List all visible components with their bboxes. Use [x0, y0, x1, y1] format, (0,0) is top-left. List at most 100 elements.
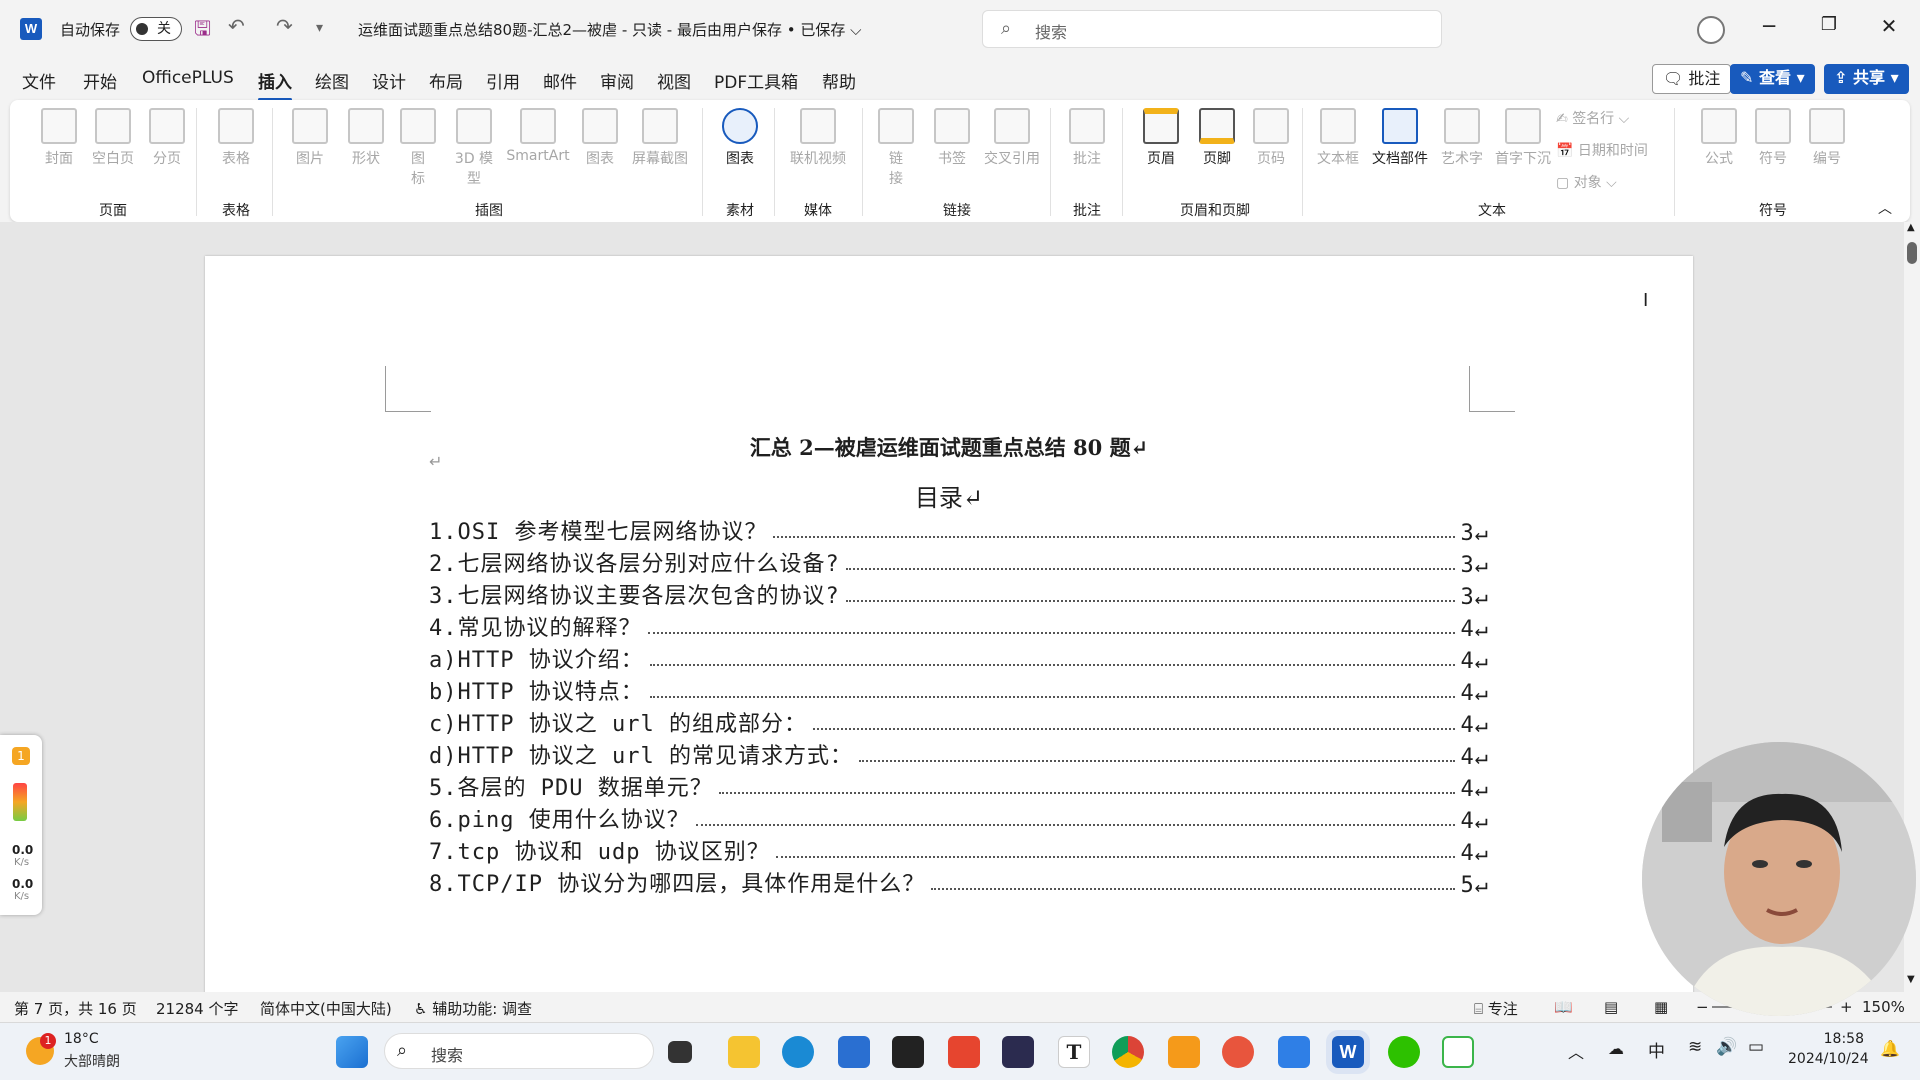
- toc-entry[interactable]: 6.ping 使用什么协议？ 4↵: [429, 804, 1489, 834]
- tab-file[interactable]: 文件: [22, 68, 56, 93]
- toc-entry[interactable]: 3.七层网络协议主要各层次包含的协议? 3↵: [429, 580, 1489, 610]
- app-icon-green[interactable]: [1442, 1036, 1474, 1068]
- word-count[interactable]: 21284 个字: [156, 998, 239, 1019]
- volume-icon[interactable]: 🔊: [1716, 1037, 1737, 1057]
- chart-button[interactable]: 图表: [576, 108, 624, 168]
- customize-quick-access-icon[interactable]: ▾: [316, 20, 323, 36]
- file-explorer-icon[interactable]: [728, 1036, 760, 1068]
- toc-entry[interactable]: a)HTTP 协议介绍： 4↵: [429, 644, 1489, 674]
- tab-pdf-toolbox[interactable]: PDF工具箱: [714, 68, 798, 93]
- shapes-button[interactable]: 形状: [340, 108, 392, 168]
- toc-entry[interactable]: c)HTTP 协议之 url 的组成部分： 4↵: [429, 708, 1489, 738]
- tab-insert[interactable]: 插入: [258, 68, 292, 101]
- toc-entry[interactable]: 1.OSI 参考模型七层网络协议？ 3↵: [429, 516, 1489, 546]
- document-title[interactable]: 运维面试题重点总结80题-汇总2—被虐 - 只读 - 最后由用户保存 • 已保存…: [358, 19, 861, 40]
- save-icon[interactable]: 🖫: [194, 14, 211, 48]
- cross-reference-button[interactable]: 交叉引用: [980, 108, 1044, 168]
- close-icon[interactable]: ✕: [1874, 14, 1904, 38]
- view-mode-button[interactable]: ✎ 查看 ▾: [1730, 64, 1815, 94]
- page-info[interactable]: 第 7 页，共 16 页: [14, 998, 137, 1019]
- toc-entry[interactable]: d)HTTP 协议之 url 的常见请求方式： 4↵: [429, 740, 1489, 770]
- comment-button[interactable]: 批注: [1058, 108, 1116, 168]
- tab-mailings[interactable]: 邮件: [543, 68, 577, 93]
- clock-time[interactable]: 18:58: [1790, 1031, 1864, 1047]
- tab-draw[interactable]: 绘图: [315, 68, 349, 93]
- autosave-toggle[interactable]: 关: [130, 17, 182, 41]
- app-icon-navy[interactable]: [1002, 1036, 1034, 1068]
- signature-line-button[interactable]: ✍ 签名行 ⌵: [1556, 108, 1629, 128]
- restore-icon[interactable]: ❐: [1814, 14, 1844, 35]
- app-icon-dark[interactable]: [892, 1036, 924, 1068]
- typora-icon[interactable]: T: [1058, 1036, 1090, 1068]
- app-icon-red[interactable]: [948, 1036, 980, 1068]
- wordart-button[interactable]: 艺术字: [1434, 108, 1490, 168]
- search-input[interactable]: ⌕ 搜索: [982, 10, 1442, 48]
- weather-temp[interactable]: 18°C: [64, 1031, 99, 1047]
- chart-material-button[interactable]: 图表: [712, 108, 768, 168]
- wifi-icon[interactable]: ≋: [1688, 1037, 1702, 1057]
- tab-layout[interactable]: 布局: [429, 68, 463, 93]
- page-break-button[interactable]: 分页: [140, 108, 194, 168]
- bookmark-button[interactable]: 书签: [924, 108, 980, 168]
- smartart-button[interactable]: SmartArt: [504, 108, 572, 164]
- toc-entry[interactable]: 7.tcp 协议和 udp 协议区别？ 4↵: [429, 836, 1489, 866]
- date-time-button[interactable]: 📅 日期和时间: [1556, 140, 1648, 160]
- screenshot-button[interactable]: 屏幕截图: [624, 108, 696, 168]
- object-button[interactable]: ▢ 对象 ⌵: [1556, 172, 1617, 192]
- tab-review[interactable]: 审阅: [600, 68, 634, 93]
- word-taskbar-icon[interactable]: W: [1332, 1036, 1364, 1068]
- tab-home[interactable]: 开始: [83, 68, 117, 93]
- language-indicator[interactable]: 简体中文(中国大陆): [260, 998, 392, 1019]
- app-icon-blue[interactable]: [1278, 1036, 1310, 1068]
- tab-design[interactable]: 设计: [372, 68, 406, 93]
- toc-entry[interactable]: 8.TCP/IP 协议分为哪四层，具体作用是什么？ 5↵: [429, 868, 1489, 898]
- account-icon[interactable]: [1697, 16, 1725, 44]
- web-layout-icon[interactable]: ▦: [1654, 998, 1668, 1016]
- print-layout-icon[interactable]: ▤: [1604, 998, 1618, 1016]
- scroll-down-icon[interactable]: ▼: [1907, 974, 1915, 985]
- undo-icon[interactable]: ↶: [228, 14, 245, 38]
- task-view-icon[interactable]: [668, 1041, 692, 1063]
- footer-button[interactable]: 页脚: [1190, 108, 1244, 168]
- toc-entry[interactable]: 2.七层网络协议各层分别对应什么设备? 3↵: [429, 548, 1489, 578]
- zoom-level[interactable]: 150%: [1862, 998, 1905, 1016]
- quick-parts-button[interactable]: 文档部件: [1366, 108, 1434, 168]
- ime-indicator[interactable]: 中: [1648, 1037, 1665, 1062]
- comments-button[interactable]: 🗨 批注: [1652, 64, 1732, 94]
- share-button[interactable]: ⇪ 共享 ▾: [1824, 64, 1909, 94]
- onedrive-icon[interactable]: ☁: [1608, 1039, 1624, 1058]
- collapse-ribbon-icon[interactable]: ︿: [1878, 198, 1892, 218]
- page-number-button[interactable]: 页码: [1246, 108, 1296, 168]
- tab-view[interactable]: 视图: [657, 68, 691, 93]
- show-hidden-icons[interactable]: ︿: [1568, 1039, 1584, 1063]
- chrome-icon[interactable]: [1112, 1036, 1144, 1068]
- edge-browser-icon[interactable]: [782, 1036, 814, 1068]
- wechat-icon[interactable]: [1388, 1036, 1420, 1068]
- drop-cap-button[interactable]: 首字下沉: [1492, 108, 1554, 168]
- microsoft-store-icon[interactable]: [838, 1036, 870, 1068]
- textbox-button[interactable]: 文本框: [1310, 108, 1366, 168]
- read-mode-icon[interactable]: 📖: [1554, 998, 1573, 1016]
- icons-button[interactable]: 图 标: [394, 108, 442, 188]
- start-menu-icon[interactable]: [336, 1036, 368, 1068]
- clock-date[interactable]: 2024/10/24: [1788, 1051, 1869, 1067]
- number-button[interactable]: 编号: [1802, 108, 1852, 168]
- toc-entry[interactable]: 5.各层的 PDU 数据单元？ 4↵: [429, 772, 1489, 802]
- toc-entry[interactable]: b)HTTP 协议特点： 4↵: [429, 676, 1489, 706]
- symbol-button[interactable]: 符号: [1748, 108, 1798, 168]
- tab-help[interactable]: 帮助: [822, 68, 856, 93]
- scrollbar-thumb[interactable]: [1907, 242, 1917, 264]
- blank-page-button[interactable]: 空白页: [86, 108, 140, 168]
- toc-entry[interactable]: 4.常见协议的解释？ 4↵: [429, 612, 1489, 642]
- accessibility-status[interactable]: ♿ 辅助功能: 调查: [414, 998, 532, 1019]
- online-video-button[interactable]: 联机视频: [780, 108, 856, 168]
- notification-icon[interactable]: 🔔: [1880, 1039, 1900, 1058]
- network-speed-widget[interactable]: 1 0.0 K/s 0.0 K/s: [0, 735, 42, 915]
- cover-page-button[interactable]: 封面: [32, 108, 86, 168]
- app-icon-swirl[interactable]: [1222, 1036, 1254, 1068]
- header-button[interactable]: 页眉: [1134, 108, 1188, 168]
- zoom-out-icon[interactable]: −: [1696, 998, 1709, 1016]
- focus-mode-button[interactable]: ⌸ 专注: [1474, 998, 1518, 1019]
- picture-button[interactable]: 图片: [282, 108, 338, 168]
- document-page[interactable]: I 汇总 2—被虐运维面试题重点总结 80 题↵ ↵ 目录↵ 1.OSI 参考模…: [205, 256, 1693, 1016]
